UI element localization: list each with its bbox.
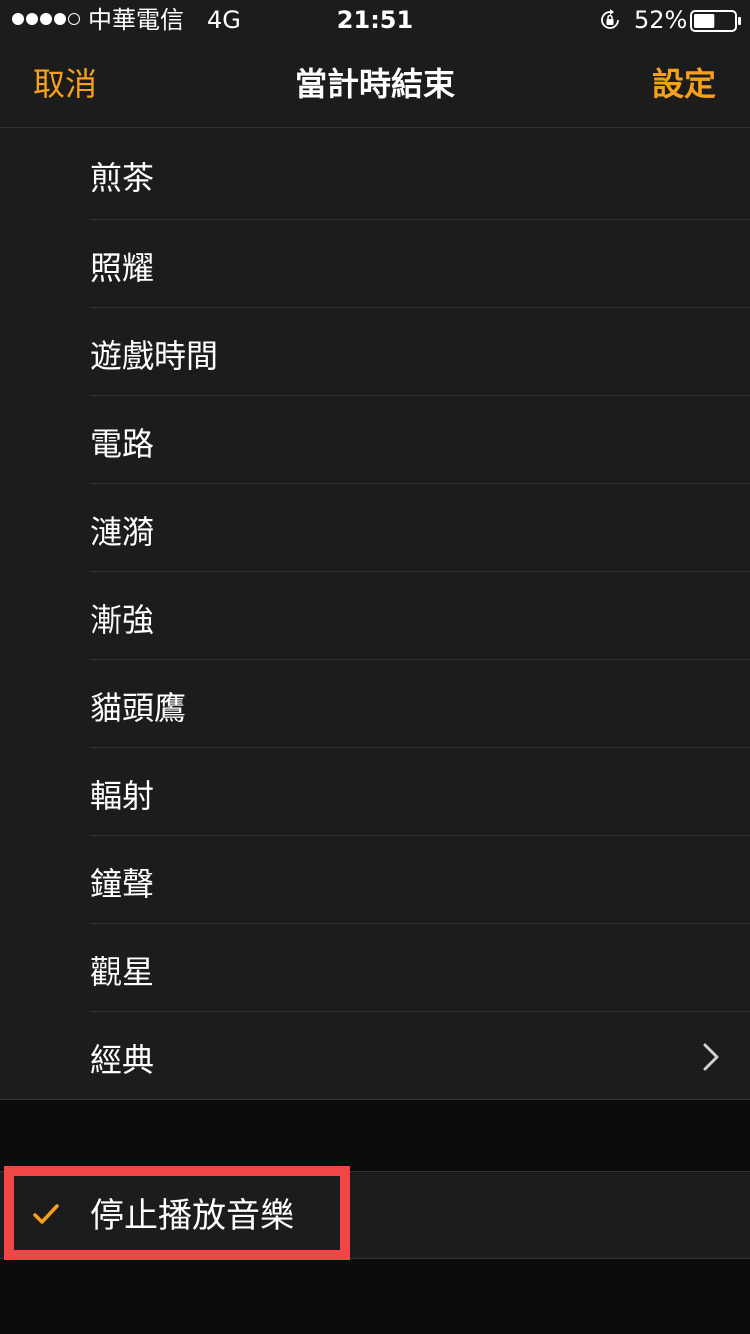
rotation-lock-icon <box>601 9 619 29</box>
status-bar: 中華電信 4G 21:51 52% <box>0 0 750 40</box>
list-item-label: 漣漪 <box>90 513 155 551</box>
list-item-label: 貓頭鷹 <box>90 689 187 727</box>
list-item[interactable]: 漣漪 <box>90 484 750 572</box>
battery-percentage: 52% <box>634 6 688 34</box>
list-item-label: 經典 <box>90 1041 155 1079</box>
list-item[interactable]: 遊戲時間 <box>90 308 750 396</box>
list-item-label: 漸強 <box>90 601 155 639</box>
checkmark-icon <box>33 1204 59 1224</box>
list-item-label: 照耀 <box>90 249 155 287</box>
list-item-label: 輻射 <box>90 777 155 815</box>
list-item[interactable]: 煎茶 <box>90 128 750 220</box>
list-item[interactable]: 輻射 <box>90 748 750 836</box>
ringtone-list: 煎茶 照耀 遊戲時間 電路 漣漪 漸強 貓頭鷹 輻射 鐘聲 觀星 經典 <box>0 128 750 1100</box>
stop-playing-section: 停止播放音樂 <box>0 1171 750 1259</box>
stop-playing-option[interactable]: 停止播放音樂 <box>0 1172 750 1258</box>
chevron-right-icon <box>703 1043 719 1071</box>
list-item[interactable]: 漸強 <box>90 572 750 660</box>
list-item[interactable]: 貓頭鷹 <box>90 660 750 748</box>
screen: 中華電信 4G 21:51 52% 取消 當計時結束 設定 煎茶 照耀 遊戲時間… <box>0 0 750 1334</box>
list-item-label: 鐘聲 <box>90 865 155 903</box>
top-bar: 中華電信 4G 21:51 52% 取消 當計時結束 設定 <box>0 0 750 128</box>
list-item[interactable]: 鐘聲 <box>90 836 750 924</box>
list-item[interactable]: 電路 <box>90 396 750 484</box>
navigation-bar: 取消 當計時結束 設定 <box>0 40 750 128</box>
battery-icon <box>690 10 741 32</box>
list-item-label: 煎茶 <box>90 159 155 197</box>
list-item[interactable]: 觀星 <box>90 924 750 1012</box>
list-item-classic[interactable]: 經典 <box>90 1012 750 1100</box>
list-item-label: 遊戲時間 <box>90 337 219 375</box>
list-item[interactable]: 照耀 <box>90 220 750 308</box>
set-button[interactable]: 設定 <box>652 64 716 104</box>
stop-playing-label: 停止播放音樂 <box>90 1196 294 1236</box>
list-item-label: 電路 <box>90 425 155 463</box>
list-item-label: 觀星 <box>90 953 155 991</box>
cancel-button[interactable]: 取消 <box>33 64 97 104</box>
page-title: 當計時結束 <box>294 65 455 103</box>
